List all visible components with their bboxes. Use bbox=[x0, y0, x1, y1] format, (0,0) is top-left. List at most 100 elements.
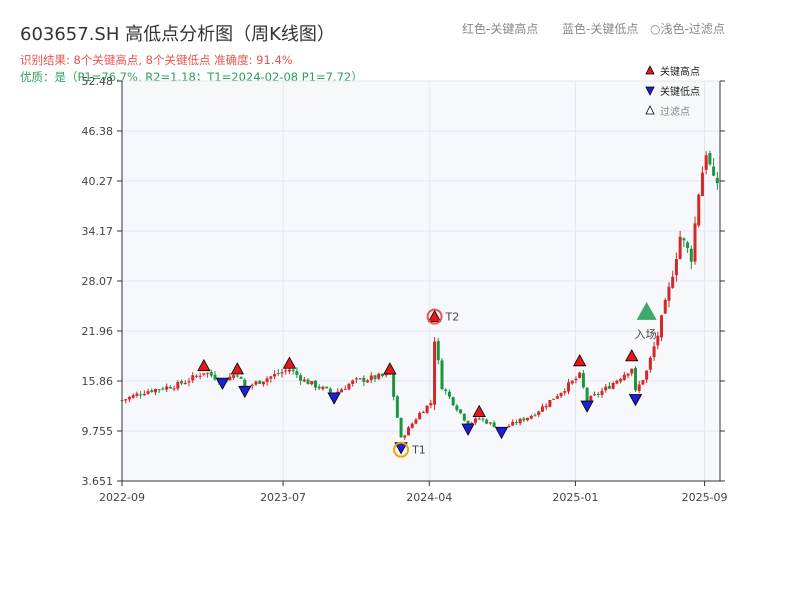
candle-up bbox=[347, 383, 351, 390]
y-tick-label: 34.17 bbox=[82, 225, 114, 238]
candle-down bbox=[436, 341, 440, 361]
candle-down bbox=[306, 379, 310, 385]
legend-filtered-label: 过滤点 bbox=[660, 105, 690, 118]
candle-up bbox=[183, 382, 187, 385]
candle-up bbox=[198, 375, 202, 377]
candle-up bbox=[351, 380, 355, 384]
candle-down bbox=[633, 367, 637, 391]
candle-up bbox=[667, 286, 671, 301]
candle-down bbox=[522, 418, 526, 421]
entry-label: 入场 bbox=[635, 327, 657, 341]
candle-up bbox=[574, 378, 578, 381]
candle-up bbox=[630, 368, 634, 374]
candle-up bbox=[414, 419, 418, 424]
candle-down bbox=[492, 422, 496, 428]
candle-up bbox=[559, 392, 563, 397]
candle-up bbox=[619, 379, 623, 382]
candle-up bbox=[232, 375, 236, 378]
candle-up bbox=[529, 416, 533, 419]
candle-down bbox=[313, 380, 317, 388]
candle-up bbox=[369, 375, 373, 381]
candle-up bbox=[570, 380, 574, 384]
candle-up bbox=[540, 406, 544, 412]
candle-up bbox=[656, 335, 660, 346]
candle-up bbox=[700, 172, 704, 197]
x-tick-label: 2025-09 bbox=[682, 491, 728, 504]
candle-down bbox=[462, 413, 466, 421]
candle-up bbox=[611, 382, 615, 389]
candle-down bbox=[596, 393, 600, 395]
candle-up bbox=[473, 418, 477, 423]
candle-down bbox=[161, 388, 165, 390]
candle-down bbox=[373, 375, 377, 380]
candle-up bbox=[366, 380, 370, 383]
candle-up bbox=[429, 403, 433, 406]
x-tick-label: 2023-07 bbox=[260, 491, 306, 504]
candle-up bbox=[477, 418, 481, 420]
candle-down bbox=[715, 177, 719, 184]
candle-down bbox=[235, 375, 239, 377]
candle-down bbox=[291, 369, 295, 372]
candle-down bbox=[708, 153, 712, 165]
candle-down bbox=[444, 389, 448, 392]
candle-up bbox=[674, 259, 678, 276]
t2-label: T2 bbox=[445, 311, 460, 324]
candle-down bbox=[686, 242, 690, 248]
candle-down bbox=[395, 396, 399, 418]
candle-up bbox=[678, 236, 682, 259]
candle-up bbox=[403, 435, 407, 438]
candle-down bbox=[455, 405, 459, 411]
x-tick-label: 2025-01 bbox=[552, 491, 598, 504]
candle-up bbox=[194, 375, 198, 377]
candle-down bbox=[485, 419, 489, 424]
candle-up bbox=[488, 422, 492, 424]
candle-down bbox=[139, 394, 143, 396]
legend-high-label: 关键高点 bbox=[660, 65, 700, 78]
candle-down bbox=[258, 380, 262, 384]
candle-down bbox=[533, 415, 537, 417]
x-tick-label: 2024-04 bbox=[406, 491, 452, 504]
candle-up bbox=[310, 381, 314, 385]
candle-up bbox=[191, 375, 195, 381]
candle-up bbox=[135, 393, 139, 396]
candle-down bbox=[581, 373, 585, 388]
candle-down bbox=[459, 409, 463, 414]
candle-up bbox=[410, 423, 414, 428]
candle-up bbox=[172, 388, 176, 390]
candle-up bbox=[518, 418, 522, 424]
candle-up bbox=[652, 346, 656, 358]
candle-up bbox=[407, 427, 411, 436]
candle-up bbox=[250, 384, 254, 386]
candle-up bbox=[622, 374, 626, 380]
candle-up bbox=[176, 381, 180, 389]
candle-down bbox=[451, 397, 455, 406]
y-tick-label: 9.755 bbox=[82, 425, 114, 438]
candle-up bbox=[202, 373, 206, 375]
candle-up bbox=[555, 396, 559, 399]
t1-label: T1 bbox=[411, 444, 426, 457]
candle-down bbox=[392, 373, 396, 397]
candle-up bbox=[563, 391, 567, 393]
candle-down bbox=[481, 418, 485, 420]
candle-up bbox=[280, 372, 284, 374]
y-tick-label: 46.38 bbox=[82, 125, 114, 138]
candle-up bbox=[418, 412, 422, 420]
legend-high-icon bbox=[645, 65, 655, 75]
candle-up bbox=[131, 395, 135, 398]
candle-up bbox=[526, 417, 530, 421]
candle-up bbox=[273, 374, 277, 377]
candle-up bbox=[604, 386, 608, 391]
candle-down bbox=[276, 372, 280, 374]
candle-down bbox=[213, 374, 217, 380]
candle-down bbox=[607, 386, 611, 389]
candle-up bbox=[548, 399, 552, 407]
candle-down bbox=[299, 375, 303, 381]
candle-up bbox=[206, 372, 210, 374]
y-axis-labels: 3.651 9.755 15.86 21.96 28.07 34.17 40.27 46.38… bbox=[82, 75, 114, 488]
y-tick-label: 52.48 bbox=[82, 75, 114, 88]
candle-up bbox=[153, 388, 157, 393]
candle-up bbox=[615, 380, 619, 384]
candle-down bbox=[325, 386, 329, 389]
x-tick-label: 2022-09 bbox=[99, 491, 145, 504]
candle-down bbox=[362, 377, 366, 382]
